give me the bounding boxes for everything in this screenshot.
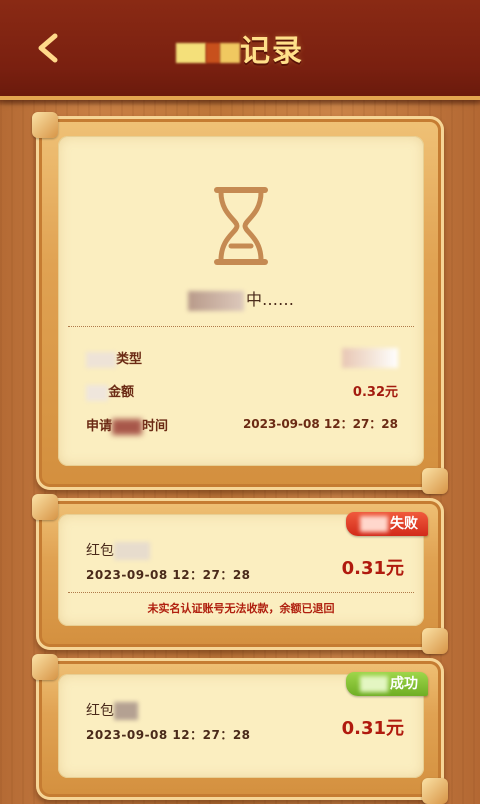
history-card[interactable]: 成功 红包 2023-09-08 12：27：28 0.31元 [32,654,448,804]
redacted-text [360,516,388,532]
status-suffix: 中…… [245,290,294,309]
status-badge-text: 失败 [390,516,418,532]
info-row-amount: 金额 0.32元 [86,381,398,403]
history-title-text: 红包 [86,543,114,559]
info-value: 0.32元 [352,385,398,400]
status-card: 中…… 类型 金额 0.32元 申请 时间 2023-09-08 12：27：28 [32,112,448,494]
info-label: 金额 [86,381,134,401]
info-row-time: 申请 时间 2023-09-08 12：27：28 [86,415,398,437]
redacted-text [342,348,398,368]
redacted-text [220,42,240,63]
redacted-text [112,418,143,435]
history-amount: 0.31元 [341,718,404,739]
history-title-text: 红包 [86,703,114,719]
info-label: 类型 [86,348,142,368]
history-card[interactable]: 失败 红包 2023-09-08 12：27：28 0.31元 未实名认证账号无… [32,494,448,654]
top-bar: 记录 [0,0,480,106]
page-title-text: 记录 [240,34,304,69]
info-label-text: 时间 [142,419,169,434]
redacted-text [187,290,244,311]
redacted-text [86,384,108,401]
info-value: 2023-09-08 12：27：28 [242,417,398,431]
history-note: 未实名认证账号无法收款，余额已退回 [147,602,335,615]
info-label: 申请 时间 [86,415,168,435]
divider [68,326,414,327]
history-title: 红包 [86,540,150,560]
page-title: 记录 [0,26,480,70]
status-card-paper: 中…… 类型 金额 0.32元 申请 时间 2023-09-08 12：27：28 [58,136,424,466]
status-badge-text: 成功 [390,676,418,692]
redacted-text [206,42,220,63]
redacted-text [360,676,388,692]
info-value [342,348,398,368]
status-badge: 成功 [346,672,428,696]
redacted-text [86,351,116,368]
redacted-text [114,542,150,560]
redacted-text [176,42,206,63]
status-text: 中…… [58,286,424,311]
history-title: 红包 [86,700,138,720]
info-label-text: 申请 [86,419,113,434]
status-badge: 失败 [346,512,428,536]
history-time: 2023-09-08 12：27：28 [86,728,251,742]
divider [68,592,414,593]
info-label-text: 金额 [108,385,135,400]
history-time: 2023-09-08 12：27：28 [86,568,251,582]
redacted-text [114,702,138,720]
info-row-type: 类型 [86,348,398,370]
info-label-text: 类型 [116,352,143,367]
history-card-paper: 失败 红包 2023-09-08 12：27：28 0.31元 未实名认证账号无… [58,512,428,626]
history-card-paper: 成功 红包 2023-09-08 12：27：28 0.31元 [58,672,428,778]
history-amount: 0.31元 [341,558,404,579]
hourglass-icon [214,187,268,265]
